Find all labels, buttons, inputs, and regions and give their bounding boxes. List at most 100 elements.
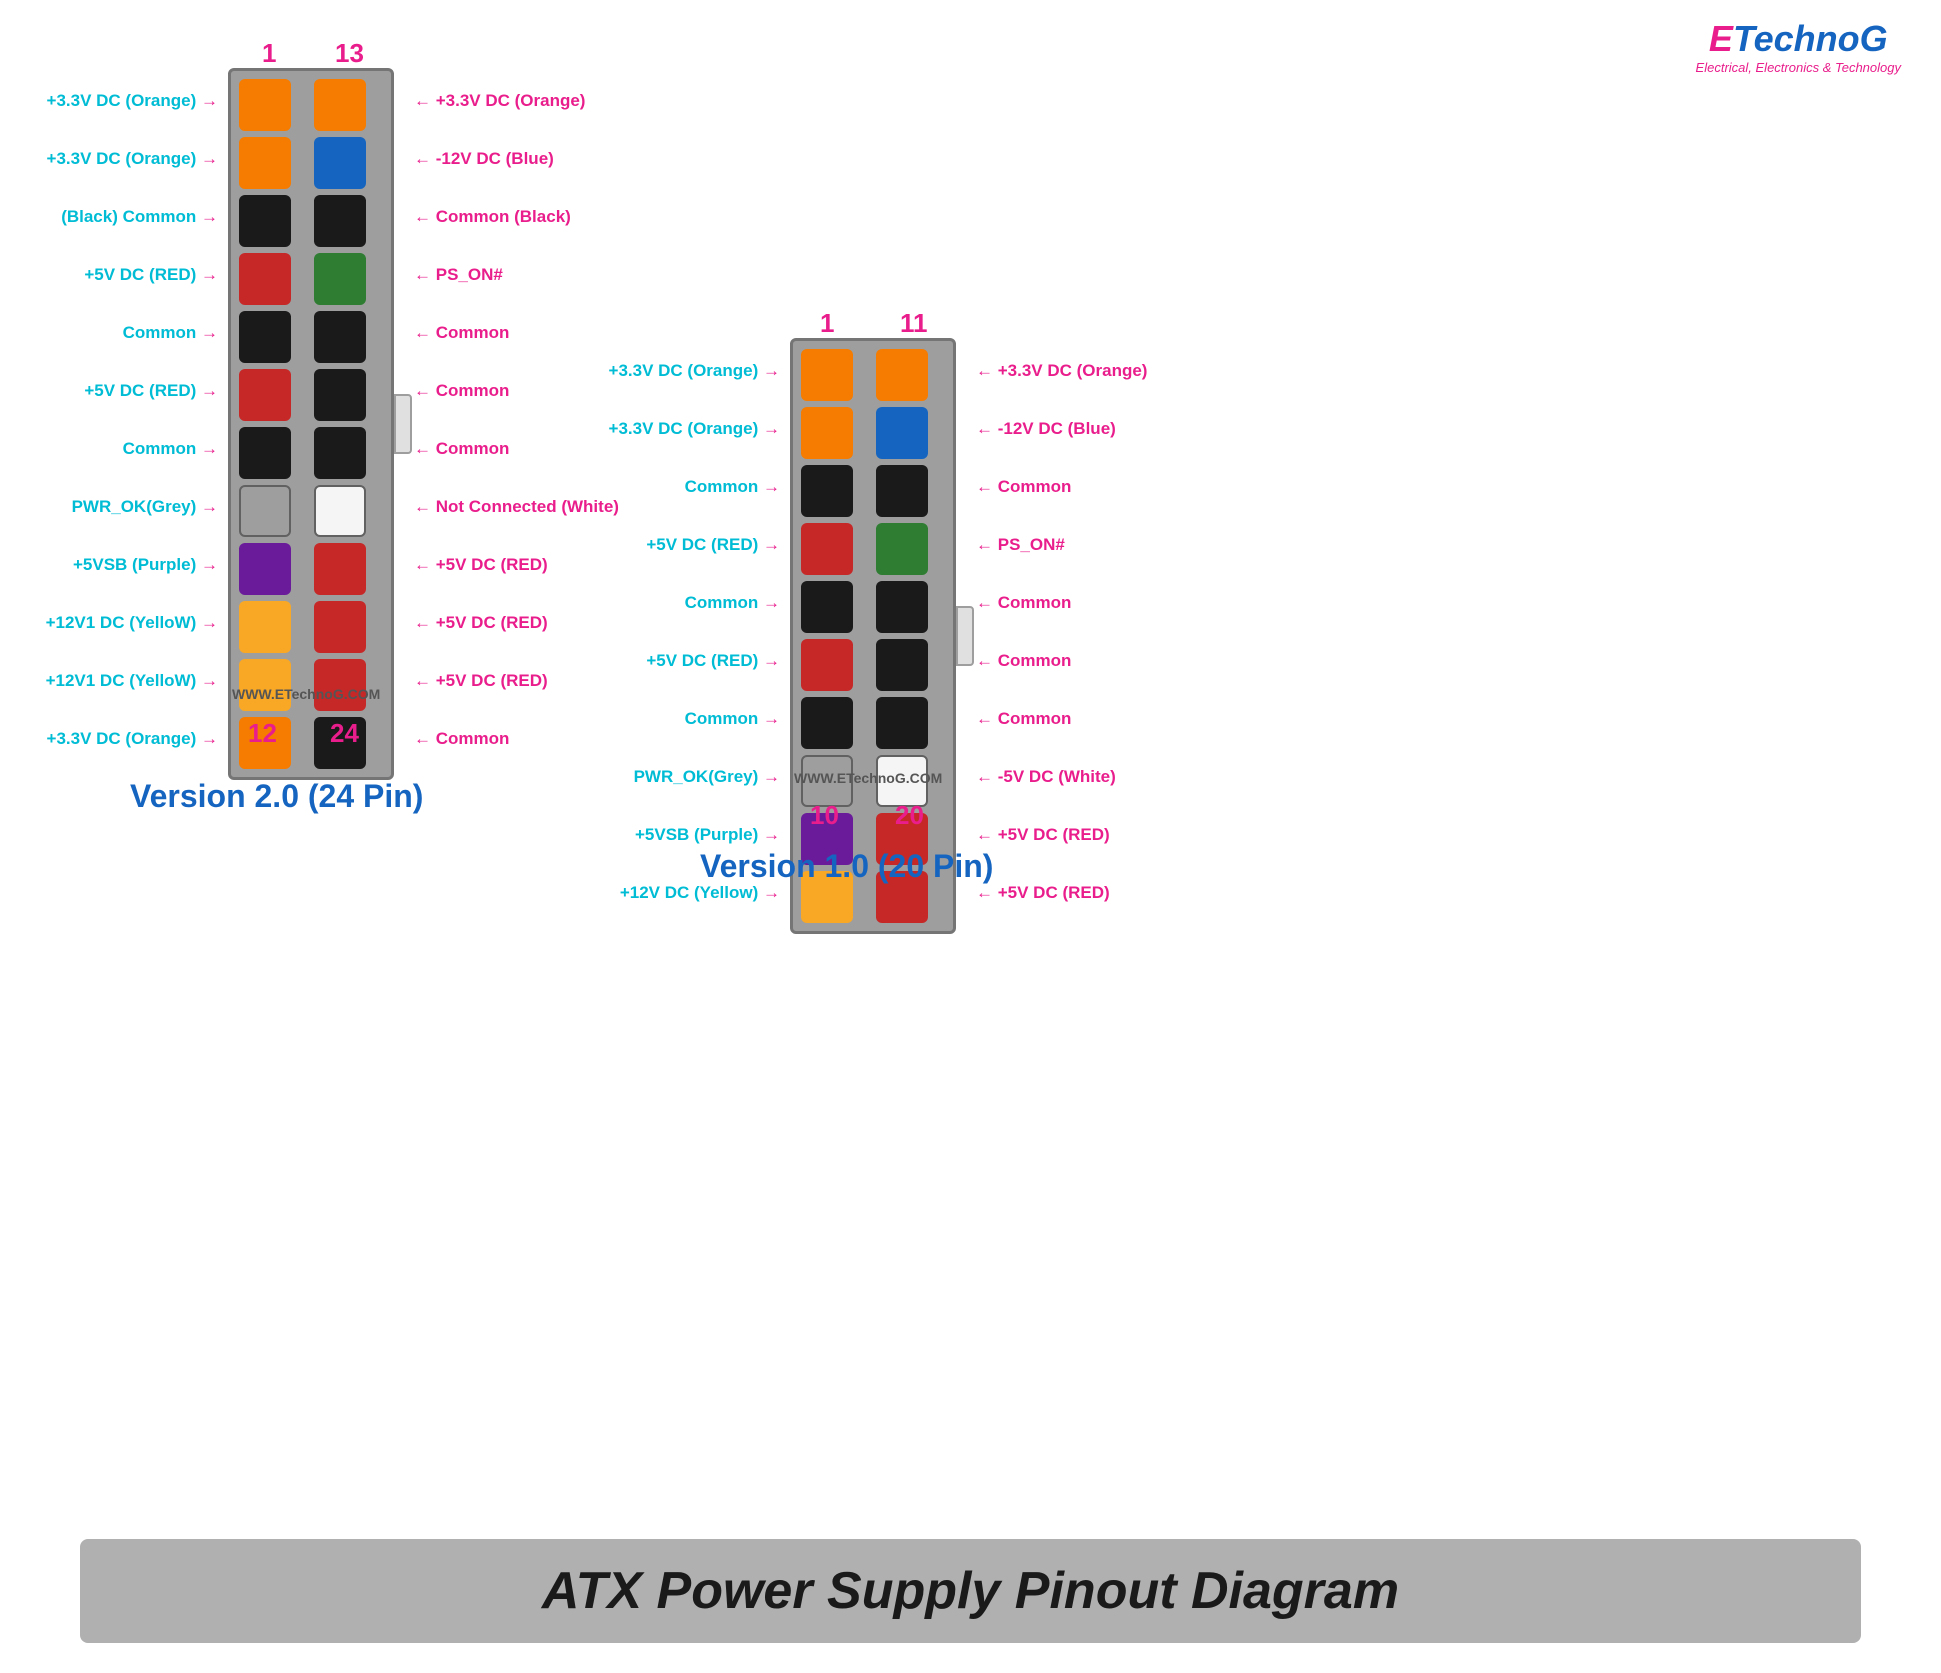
pin-black: [876, 697, 928, 749]
pin-black: [314, 369, 366, 421]
pin-label: +3.3V DC (Orange) →: [609, 361, 780, 381]
pin-label: ← PS_ON#: [976, 535, 1065, 555]
pin-label: ← Common: [976, 651, 1071, 671]
pin-label: ← -12V DC (Blue): [976, 419, 1116, 439]
pin-label: +3.3V DC (Orange) →: [47, 149, 218, 169]
pin-orange: [876, 349, 928, 401]
pin-label: +5VSB (Purple) →: [635, 825, 780, 845]
pin-label: ← Common: [414, 729, 509, 749]
pin-label: +12V1 DC (YelloW) →: [46, 671, 218, 691]
pin-label: +5VSB (Purple) →: [73, 555, 218, 575]
pin-label: ← Common (Black): [414, 207, 571, 227]
pin-black: [876, 581, 928, 633]
pin-grey: [239, 485, 291, 537]
watermark-24: WWW.ETechnoG.COM: [232, 686, 380, 702]
pin-orange: [801, 407, 853, 459]
pin-label: ← +3.3V DC (Orange): [414, 91, 585, 111]
pin-num-1-24: 1: [262, 38, 276, 69]
pin-label: Common →: [123, 323, 218, 343]
pin-label: PWR_OK(Grey) →: [634, 767, 780, 787]
pin-black: [876, 465, 928, 517]
pin-label: Common →: [685, 709, 780, 729]
pin-black: [314, 427, 366, 479]
pin-label: +12V DC (Yellow) →: [620, 883, 780, 903]
pin-label: ← Common: [976, 709, 1071, 729]
logo-subtitle: Electrical, Electronics & Technology: [1696, 60, 1901, 75]
pin-red: [801, 639, 853, 691]
version-24-label: Version 2.0 (24 Pin): [130, 778, 423, 815]
pin-label: ← +5V DC (RED): [976, 825, 1110, 845]
pin-label: (Black) Common →: [61, 207, 218, 227]
pin-green: [876, 523, 928, 575]
pin-red: [239, 369, 291, 421]
connector-latch: [394, 394, 412, 454]
pin-label: ← Common: [414, 439, 509, 459]
pin-label: +5V DC (RED) →: [646, 535, 780, 555]
pin-label: Common →: [685, 477, 780, 497]
pin-label: ← -12V DC (Blue): [414, 149, 554, 169]
watermark-20: WWW.ETechnoG.COM: [794, 770, 942, 786]
pin-label: ← Common: [414, 381, 509, 401]
pin-label: ← Common: [976, 593, 1071, 613]
logo-technog: TechnoG: [1733, 18, 1888, 59]
pin-black: [239, 427, 291, 479]
pin-label: +5V DC (RED) →: [84, 265, 218, 285]
title-bar: ATX Power Supply Pinout Diagram: [80, 1539, 1861, 1643]
pin-label: PWR_OK(Grey) →: [72, 497, 218, 517]
pin-black: [314, 311, 366, 363]
pin-red: [801, 523, 853, 575]
pin-num-11-20: 11: [900, 308, 928, 339]
pin-num-12-24: 12: [248, 718, 277, 749]
connector-20pin: [790, 338, 956, 934]
pin-black: [239, 311, 291, 363]
pin-black: [801, 697, 853, 749]
pin-label: ← +5V DC (RED): [414, 555, 548, 575]
pin-label: +3.3V DC (Orange) →: [47, 91, 218, 111]
pin-label: +5V DC (RED) →: [646, 651, 780, 671]
logo: ETechnoG Electrical, Electronics & Techn…: [1696, 18, 1901, 75]
version-20-label: Version 1.0 (20 Pin): [700, 848, 993, 885]
pin-num-13-24: 13: [335, 38, 364, 69]
pin-black: [801, 581, 853, 633]
pin-red: [314, 601, 366, 653]
pin-orange: [239, 137, 291, 189]
pin-black: [801, 465, 853, 517]
pin-label: ← Common: [976, 477, 1071, 497]
pin-red: [239, 253, 291, 305]
connector-24pin: [228, 68, 394, 780]
pin-yellow: [239, 601, 291, 653]
pin-grid-20: [801, 349, 945, 923]
pin-num-24-24: 24: [330, 718, 359, 749]
pin-label: ← Common: [414, 323, 509, 343]
pin-label: +3.3V DC (Orange) →: [609, 419, 780, 439]
pin-label: Common →: [685, 593, 780, 613]
pin-label: ← PS_ON#: [414, 265, 503, 285]
pin-label: ← +5V DC (RED): [414, 613, 548, 633]
pin-black: [876, 639, 928, 691]
pin-purple: [239, 543, 291, 595]
pin-label: ← +5V DC (RED): [976, 883, 1110, 903]
connector-latch: [956, 606, 974, 666]
pin-orange: [314, 79, 366, 131]
pin-num-20-20: 20: [895, 800, 924, 831]
pin-black: [239, 195, 291, 247]
pin-orange: [801, 349, 853, 401]
pin-label: ← +5V DC (RED): [414, 671, 548, 691]
pin-label: Common →: [123, 439, 218, 459]
pin-orange: [239, 79, 291, 131]
pin-num-1-20: 1: [820, 308, 834, 339]
pin-label: +12V1 DC (YelloW) →: [46, 613, 218, 633]
pin-black: [314, 195, 366, 247]
pin-white: [314, 485, 366, 537]
pin-label: ← +3.3V DC (Orange): [976, 361, 1147, 381]
pin-label: +3.3V DC (Orange) →: [47, 729, 218, 749]
pin-red: [314, 659, 366, 711]
pin-blue: [876, 407, 928, 459]
pin-label: ← -5V DC (White): [976, 767, 1116, 787]
title-text: ATX Power Supply Pinout Diagram: [542, 1562, 1399, 1620]
pin-yellow: [239, 659, 291, 711]
pin-green: [314, 253, 366, 305]
pin-label: ← Not Connected (White): [414, 497, 619, 517]
pin-blue: [314, 137, 366, 189]
pin-num-10-20: 10: [810, 800, 839, 831]
